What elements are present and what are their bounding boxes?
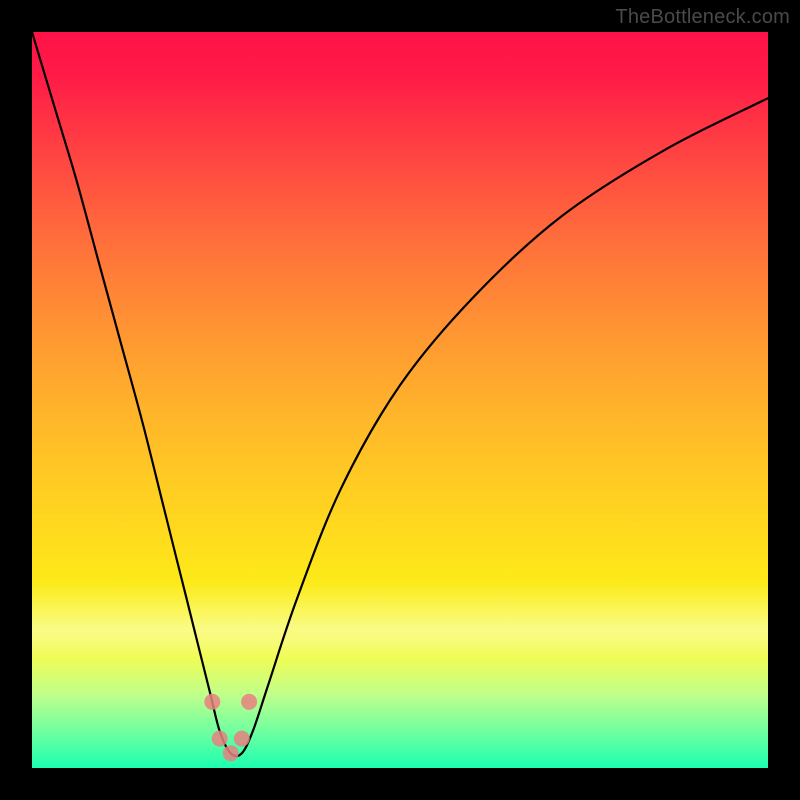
curve-markers <box>204 694 257 762</box>
marker-point <box>223 745 239 761</box>
marker-point <box>212 731 228 747</box>
marker-point <box>204 694 220 710</box>
bottleneck-curve <box>32 32 768 756</box>
marker-point <box>241 694 257 710</box>
marker-point <box>234 731 250 747</box>
curve-layer <box>32 32 768 768</box>
plot-area <box>32 32 768 768</box>
watermark-text: TheBottleneck.com <box>615 6 790 29</box>
chart-frame: TheBottleneck.com <box>0 0 800 800</box>
